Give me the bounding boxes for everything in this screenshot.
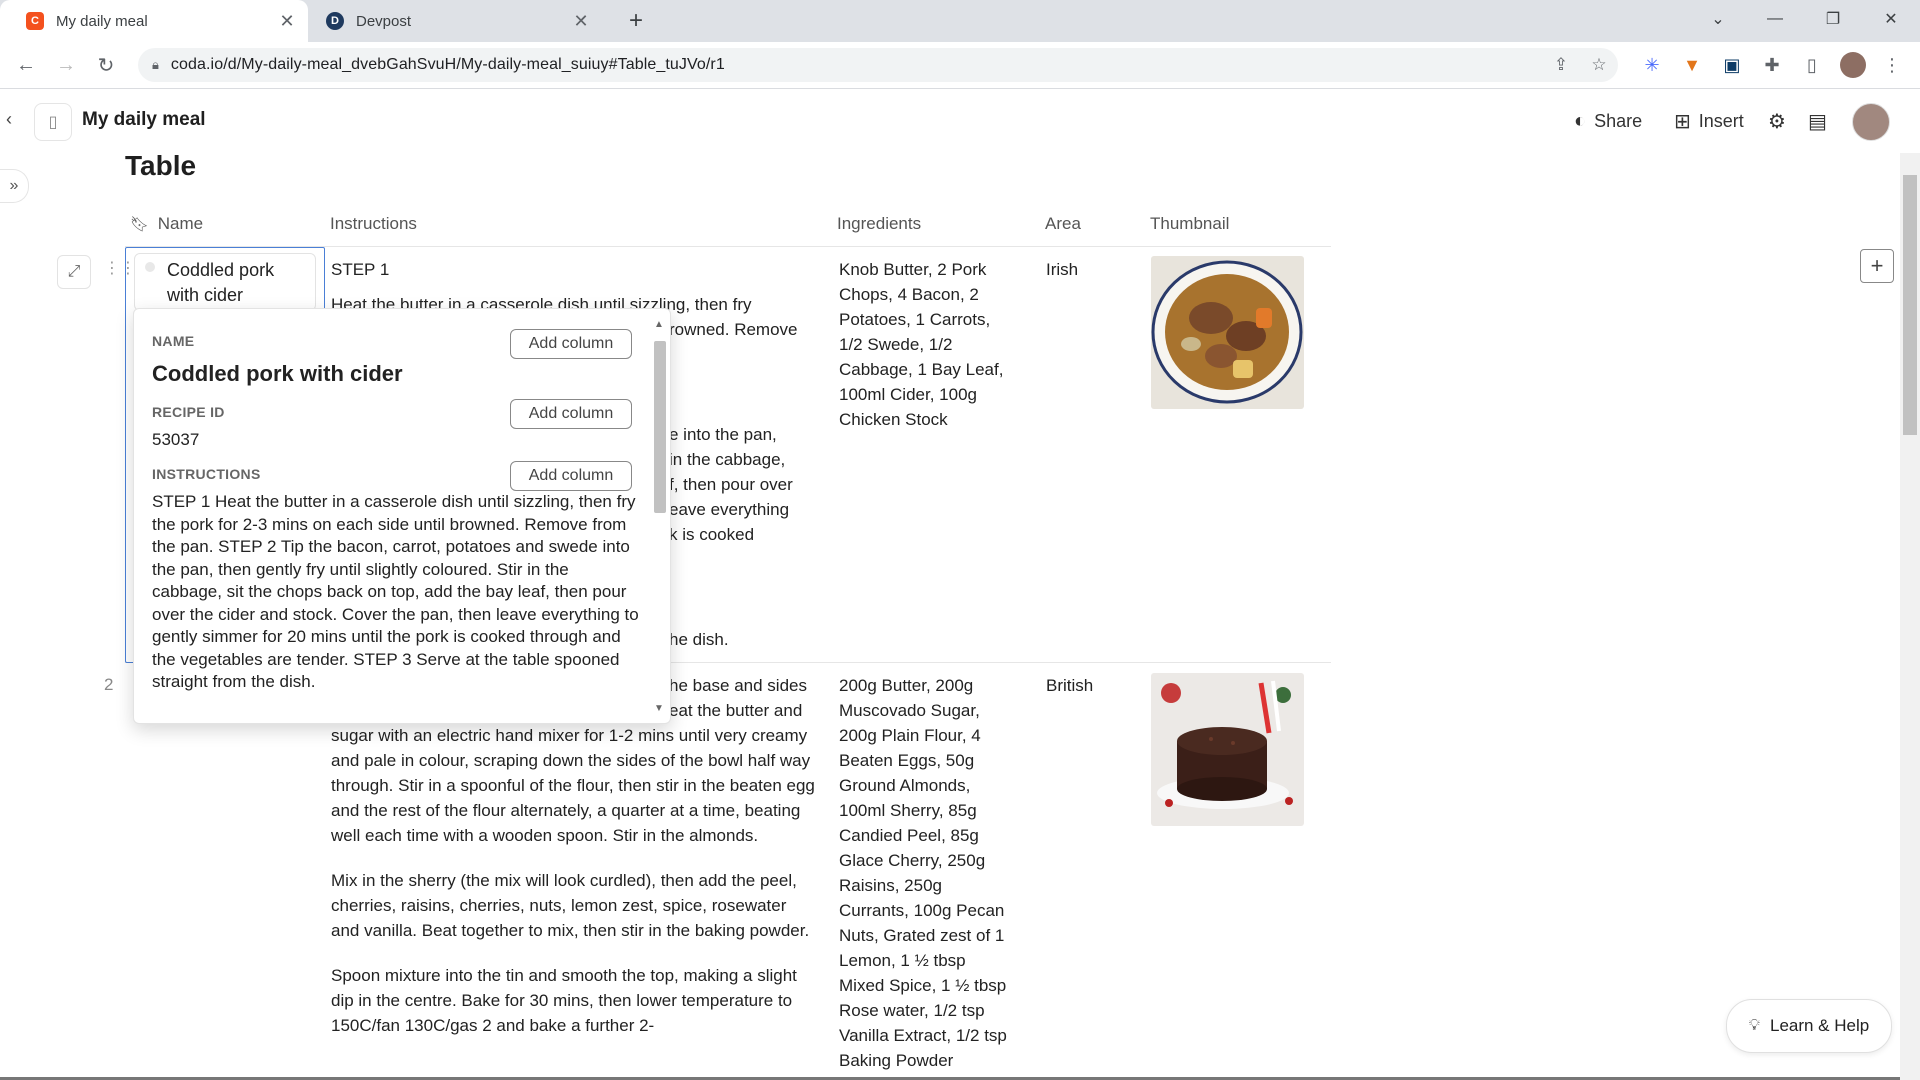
close-icon[interactable]: ✕ <box>570 10 592 32</box>
lightbulb-icon: 💡︎ <box>1748 1017 1760 1034</box>
url-text: coda.io/d/My-daily-meal_dvebGahSvuH/My-d… <box>170 56 725 73</box>
doc-page-icon[interactable]: ▯ <box>34 103 72 141</box>
extension-chip-icon[interactable]: ▣ <box>1720 53 1744 77</box>
browser-tab-strip: C My daily meal ✕ D Devpost ✕ + ⌄ — ❐ ✕ <box>0 0 1920 42</box>
add-column-button[interactable]: Add column <box>510 329 632 359</box>
column-header-name[interactable]: 🔖︎ Name <box>130 214 203 234</box>
coda-icon: C <box>26 12 44 30</box>
kebab-menu-icon[interactable]: ⋮ <box>1880 53 1904 77</box>
new-tab-button[interactable]: + <box>622 7 650 34</box>
profile-avatar[interactable] <box>1840 52 1866 78</box>
column-header-thumbnail[interactable]: Thumbnail <box>1150 214 1229 234</box>
ingredients-cell[interactable]: Knob Butter, 2 Pork Chops, 4 Bacon, 2 Po… <box>839 257 1009 432</box>
tab-my-daily-meal[interactable]: C My daily meal ✕ <box>0 0 308 42</box>
chevron-left-icon[interactable]: ‹ <box>6 109 12 130</box>
page-scroll-thumb[interactable] <box>1903 175 1917 435</box>
user-avatar[interactable] <box>1852 103 1890 141</box>
instructions-cell-line: rowned. Remove <box>669 320 798 339</box>
learn-help-button[interactable]: 💡︎ Learn & Help <box>1726 999 1892 1053</box>
instructions-paragraph: Spoon mixture into the tin and smooth th… <box>331 966 797 1035</box>
globe-icon: ◐ <box>1574 109 1587 132</box>
instructions-cell-line: eat the butter and <box>669 701 803 720</box>
metamask-fox-icon[interactable]: ▼ <box>1680 53 1704 77</box>
expand-sidebar-icon[interactable]: » <box>0 169 29 203</box>
grid-icon: ⊞ <box>1674 110 1691 133</box>
instructions-cell-line: e into the pan, <box>669 425 777 444</box>
lock-icon: 🔒︎ <box>152 57 159 72</box>
row-number: 2 <box>104 675 114 694</box>
tab-devpost[interactable]: D Devpost ✕ <box>312 0 602 42</box>
instructions-cell-line: he base and sides <box>669 676 807 695</box>
forward-arrow-icon[interactable]: → <box>52 51 80 79</box>
reload-icon[interactable]: ↻ <box>92 51 120 79</box>
column-header-label: Name <box>157 214 204 233</box>
scroll-up-arrow-icon[interactable]: ▲ <box>654 319 664 330</box>
instructions-cell-line: he dish. <box>669 630 729 649</box>
bookmark-star-icon[interactable]: ☆ <box>1588 54 1610 76</box>
instructions-paragraph: sugar with an electric hand mixer for 1-… <box>331 726 815 845</box>
expand-row-icon[interactable]: ⤢ <box>57 255 91 289</box>
share-button[interactable]: ◐ Share <box>1574 107 1642 135</box>
popover-scrollbar[interactable]: ▲ ▼ <box>652 319 666 714</box>
browser-toolbar: ← → ↻ 🔒︎ coda.io/d/My-daily-meal_dvebGah… <box>0 42 1920 89</box>
row-name: Coddled pork with cider <box>167 260 275 305</box>
pork-stew-image[interactable] <box>1151 256 1304 409</box>
scroll-down-arrow-icon[interactable]: ▼ <box>654 703 664 714</box>
add-comment-plus-icon[interactable]: + <box>1860 249 1894 283</box>
extensions-puzzle-icon[interactable]: ✚ <box>1760 53 1784 77</box>
column-header-ingredients[interactable]: Ingredients <box>837 214 921 234</box>
fruit-cake-image[interactable] <box>1151 673 1304 826</box>
instructions-cell[interactable]: sugar with an electric hand mixer for 1-… <box>331 723 816 1058</box>
instructions-cell-line: STEP 1 <box>331 260 390 279</box>
doc-title[interactable]: My daily meal <box>82 109 206 131</box>
row-status-dot <box>145 262 155 272</box>
instructions-cell-line: k is cooked <box>669 525 755 544</box>
restore-button[interactable]: ❐ <box>1810 0 1856 38</box>
page-scrollbar[interactable] <box>1900 153 1920 1080</box>
instructions-cell-line: eave everything <box>669 500 790 519</box>
share-label: Share <box>1594 110 1643 131</box>
learn-help-label: Learn & Help <box>1769 1016 1870 1035</box>
bookmark-icon: 🔖︎ <box>130 216 150 233</box>
page-title: Table <box>125 150 197 181</box>
scroll-thumb[interactable] <box>654 341 666 513</box>
column-header-instructions[interactable]: Instructions <box>330 214 417 234</box>
settings-gear-icon[interactable]: ⚙ <box>1768 107 1794 135</box>
side-panel-icon[interactable]: ▯ <box>1800 53 1824 77</box>
tab-title: Devpost <box>356 12 412 30</box>
share-page-icon[interactable]: ⇪ <box>1550 54 1572 76</box>
address-bar[interactable]: 🔒︎ coda.io/d/My-daily-meal_dvebGahSvuH/M… <box>138 48 1618 82</box>
extension-asterisk-icon[interactable]: ✳ <box>1640 53 1664 77</box>
back-arrow-icon[interactable]: ← <box>12 51 40 79</box>
tab-search-chevron-icon[interactable]: ⌄ <box>1695 0 1741 38</box>
comments-icon[interactable]: ▤ <box>1808 107 1835 135</box>
instructions-cell-line: in the cabbage, <box>669 450 786 469</box>
row-detail-popover: NAME Add column Coddled pork with cider … <box>133 308 671 724</box>
add-column-button[interactable]: Add column <box>510 399 632 429</box>
field-label-name: NAME <box>152 333 195 349</box>
close-icon[interactable]: ✕ <box>276 10 298 32</box>
column-header-area[interactable]: Area <box>1045 214 1081 234</box>
area-cell[interactable]: Irish <box>1046 257 1078 282</box>
field-value-instructions[interactable]: STEP 1 Heat the butter in a casserole di… <box>152 491 642 694</box>
ingredients-cell[interactable]: 200g Butter, 200g Muscovado Sugar, 200g … <box>839 673 1014 1073</box>
field-value-name[interactable]: Coddled pork with cider <box>152 361 403 387</box>
area-cell[interactable]: British <box>1046 673 1093 698</box>
add-column-button[interactable]: Add column <box>510 461 632 491</box>
insert-button[interactable]: ⊞ Insert <box>1674 107 1744 135</box>
minimize-button[interactable]: — <box>1752 0 1798 38</box>
field-label-instructions: INSTRUCTIONS <box>152 466 261 482</box>
tab-title: My daily meal <box>56 12 148 30</box>
field-label-recipe-id: RECIPE ID <box>152 404 225 420</box>
doc-header: ‹ ▯ My daily meal ◐ Share ⊞ Insert ⚙ ▤ <box>0 89 1920 153</box>
instructions-paragraph: Mix in the sherry (the mix will look cur… <box>331 871 810 940</box>
instructions-cell-line: f, then pour over <box>669 475 793 494</box>
insert-label: Insert <box>1698 110 1744 131</box>
devpost-icon: D <box>326 12 344 30</box>
field-value-recipe-id[interactable]: 53037 <box>152 430 199 450</box>
row-name-chip[interactable]: Coddled pork with cider <box>134 253 316 311</box>
close-window-button[interactable]: ✕ <box>1868 0 1914 38</box>
